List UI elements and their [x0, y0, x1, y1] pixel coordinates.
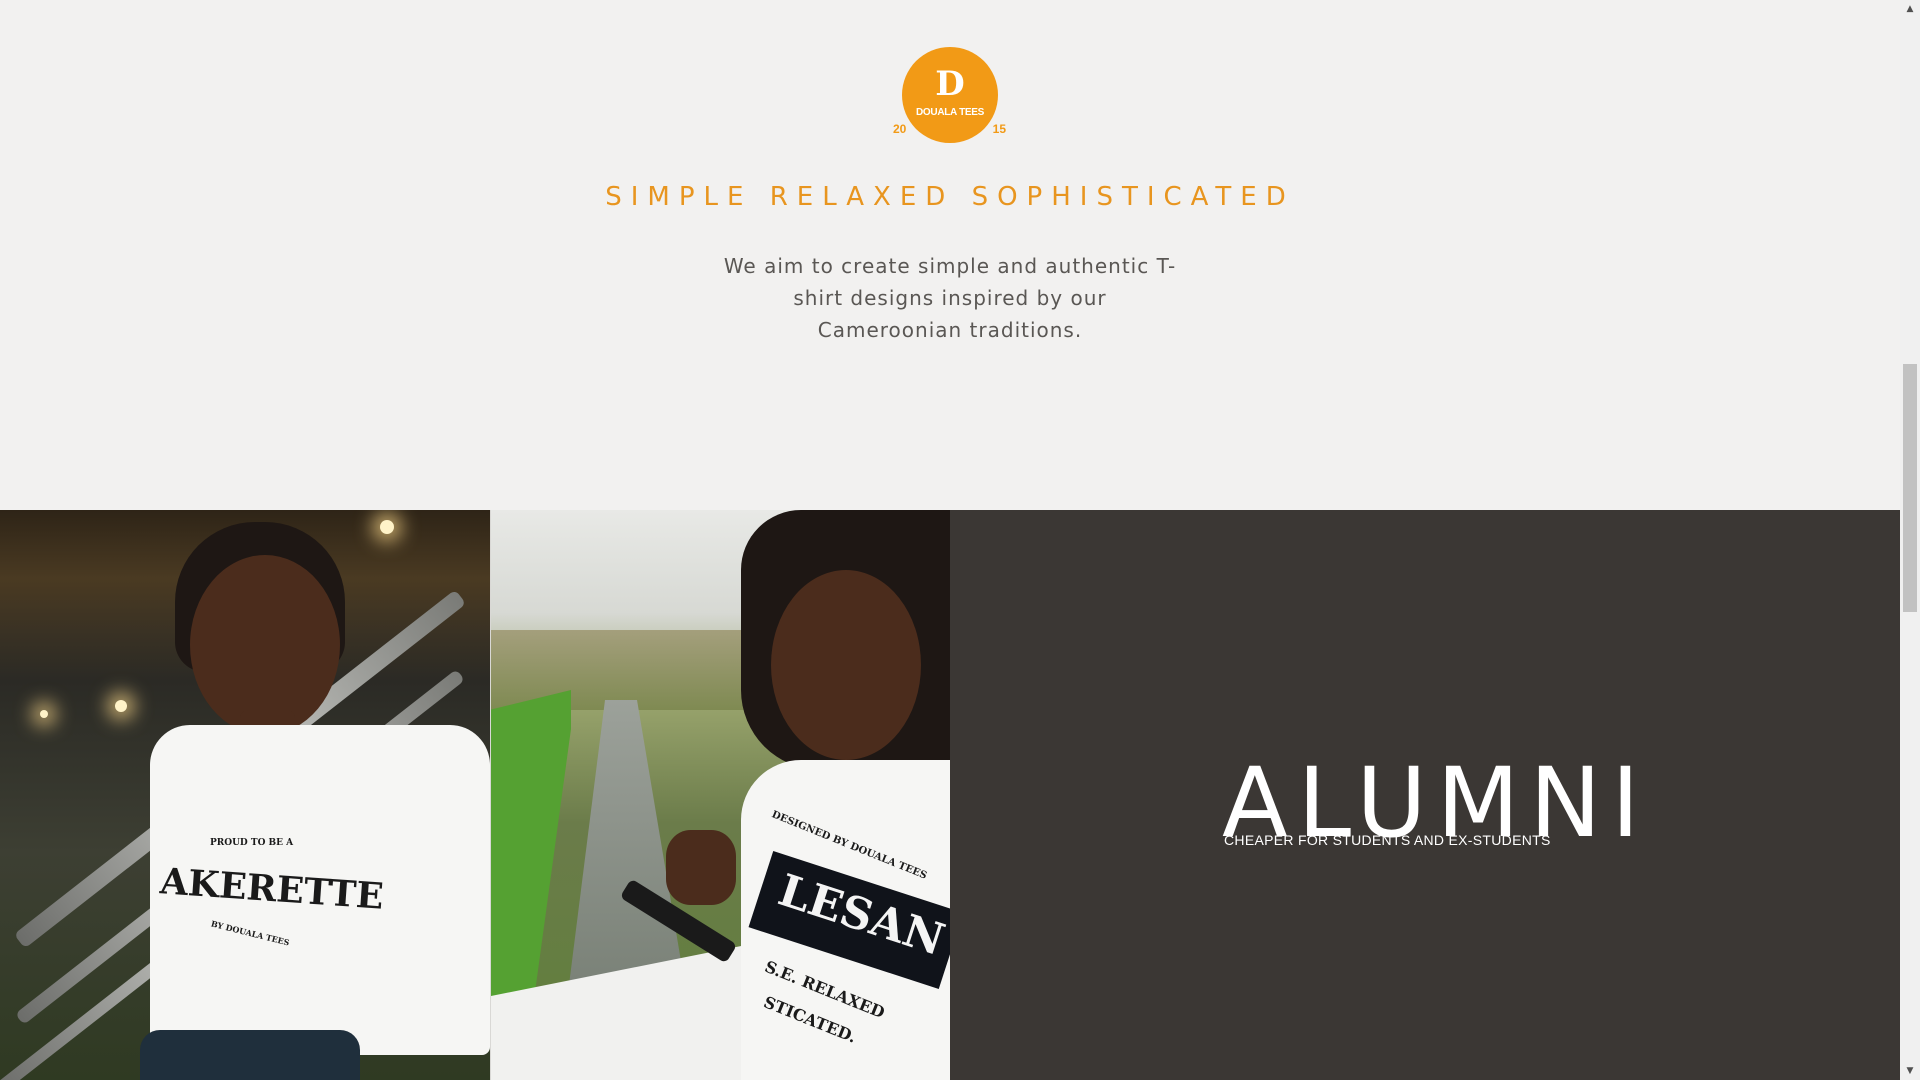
logo-circle: D DOUALA TEES — [902, 47, 998, 143]
hero-section: D DOUALA TEES 20 15 SIMPLE RELAXED SOPHI… — [0, 0, 1900, 510]
page: D DOUALA TEES 20 15 SIMPLE RELAXED SOPHI… — [0, 0, 1900, 1080]
lamp-light — [40, 710, 48, 718]
brand-logo[interactable]: D DOUALA TEES 20 15 — [890, 40, 1010, 150]
alumni-subtitle: CHEAPER FOR STUDENTS AND EX-STUDENTS — [1224, 832, 1551, 848]
model-photo-2: DESIGNED BY DOUALA TEES LESAN S.E. RELAX… — [491, 510, 950, 1080]
vertical-scrollbar[interactable]: ▲ ▼ — [1900, 0, 1920, 1080]
alumni-feature: PROUD TO BE A AKERETTE BY DOUALA TEES DE… — [0, 510, 1900, 1080]
logo-year-left: 20 — [893, 122, 907, 136]
logo-letter: D — [935, 64, 965, 104]
hand — [666, 830, 736, 905]
lamp-light — [380, 520, 394, 534]
face — [190, 555, 340, 735]
alumni-panel[interactable]: ALUMNI CHEAPER FOR STUDENTS AND EX-STUDE… — [950, 510, 1900, 1080]
intro-text: We aim to create simple and authentic T-… — [723, 254, 1177, 342]
face — [771, 570, 921, 760]
scroll-down-arrow-icon[interactable]: ▼ — [1900, 1062, 1920, 1080]
shirt-print-top: PROUD TO BE A — [210, 838, 294, 848]
logo-name: DOUALA TEES — [916, 107, 984, 118]
lamp-light — [115, 700, 127, 712]
logo-year-right: 15 — [992, 122, 1006, 136]
jeans — [140, 1030, 360, 1080]
scroll-thumb[interactable] — [1903, 364, 1917, 612]
scroll-up-arrow-icon[interactable]: ▲ — [1900, 0, 1920, 18]
tagline: SIMPLE RELAXED SOPHISTICATED — [605, 182, 1295, 212]
model-photo-1: PROUD TO BE A AKERETTE BY DOUALA TEES — [0, 510, 491, 1080]
